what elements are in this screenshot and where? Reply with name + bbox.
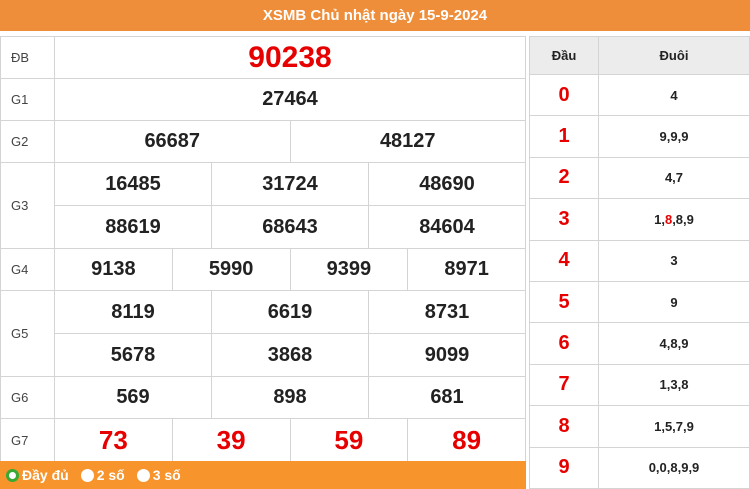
prize-number: 3868 xyxy=(211,333,369,377)
prize-row-g4: G4 9138 5990 9399 8971 xyxy=(0,248,526,291)
loto-head: 8 xyxy=(529,405,599,448)
option-label: 2 số xyxy=(96,467,125,483)
loto-head: 3 xyxy=(529,198,599,241)
prize-row-g1: G1 27464 xyxy=(0,78,526,121)
loto-tail: 9,9,9 xyxy=(598,115,750,158)
prize-row-g2: G2 66687 48127 xyxy=(0,120,526,163)
prize-number: 5678 xyxy=(54,333,212,377)
prize-number: 39 xyxy=(171,418,291,462)
prize-label: G3 xyxy=(0,162,55,249)
loto-head: 7 xyxy=(529,363,599,407)
prize-number: 59 xyxy=(289,418,409,462)
prize-number: 5990 xyxy=(171,248,291,291)
tail-part: ,8,9 xyxy=(672,211,694,227)
loto-tail: 4 xyxy=(598,73,750,117)
loto-row: 5 9 xyxy=(529,280,750,324)
prize-label: G6 xyxy=(0,376,55,419)
prize-number: 898 xyxy=(211,376,369,419)
loto-head: 0 xyxy=(529,73,599,117)
loto-row: 9 0,0,8,9,9 xyxy=(529,446,750,489)
prize-row-g5-b: 5678 3868 9099 xyxy=(1,333,526,377)
loto-row: 2 4,7 xyxy=(529,156,750,200)
loto-tail: 1,3,8 xyxy=(598,363,750,407)
option-label: Đầy đủ xyxy=(22,467,69,483)
prize-number: 9099 xyxy=(368,333,526,377)
loto-row: 6 4,8,9 xyxy=(529,322,750,365)
loto-row: 7 1,3,8 xyxy=(529,363,750,407)
loto-table: Đầu Đuôi 0 4 1 9,9,9 2 4,7 3 1,8,8,9 4 3… xyxy=(529,36,750,489)
prize-number: 6619 xyxy=(211,290,369,334)
prize-row-g3-b: 88619 68643 84604 xyxy=(1,205,526,249)
prize-number: 88619 xyxy=(54,205,212,249)
prize-number: 27464 xyxy=(54,78,526,121)
prize-row-g3: G3 16485 31724 48690 xyxy=(0,162,526,249)
prize-number: 68643 xyxy=(211,205,369,249)
loto-tail: 4,7 xyxy=(598,156,750,200)
loto-tail: 4,8,9 xyxy=(598,322,750,365)
prize-number: 48690 xyxy=(368,162,526,206)
loto-row: 8 1,5,7,9 xyxy=(529,405,750,448)
prize-row-g5: G5 8119 6619 8731 xyxy=(0,290,526,377)
prize-number: 8971 xyxy=(407,248,526,291)
radio-selected-icon[interactable] xyxy=(6,468,19,482)
loto-tail: 1,8,8,9 xyxy=(598,198,750,241)
option-3-digit[interactable]: 3 số xyxy=(136,467,181,483)
prize-number: 9138 xyxy=(54,248,173,291)
special-prize-number: 90238 xyxy=(54,36,526,79)
prize-number: 9399 xyxy=(289,248,409,291)
loto-head: 2 xyxy=(529,156,599,200)
loto-row: 1 9,9,9 xyxy=(529,115,750,158)
display-mode-bar: Đầy đủ 2 số 3 số xyxy=(0,461,526,489)
prize-number: 31724 xyxy=(211,162,369,206)
option-2-digit[interactable]: 2 số xyxy=(80,467,125,483)
tail-column-header: Đuôi xyxy=(598,36,750,75)
prize-number: 73 xyxy=(54,418,173,462)
prize-label: G7 xyxy=(0,418,55,462)
prize-label: G2 xyxy=(0,120,55,163)
loto-row: 0 4 xyxy=(529,73,750,117)
prize-row-g6: G6 569 898 681 xyxy=(0,376,526,419)
prize-number: 8119 xyxy=(54,290,212,334)
prize-row-db: ĐB 90238 xyxy=(0,36,526,79)
prize-label: G4 xyxy=(0,248,55,291)
prize-number: 16485 xyxy=(54,162,212,206)
loto-head: 6 xyxy=(529,322,599,365)
prize-number: 84604 xyxy=(368,205,526,249)
radio-icon[interactable] xyxy=(136,468,150,482)
prize-label: ĐB xyxy=(0,36,55,79)
loto-tail: 9 xyxy=(598,280,750,324)
loto-head: 9 xyxy=(529,446,599,489)
prize-label: G5 xyxy=(0,290,55,377)
loto-header-row: Đầu Đuôi xyxy=(529,36,750,75)
results-title: XSMB Chủ nhật ngày 15-9-2024 xyxy=(0,0,750,31)
head-column-header: Đầu xyxy=(529,36,599,75)
prize-number: 66687 xyxy=(54,120,291,163)
prize-label: G1 xyxy=(0,78,55,121)
loto-tail: 1,5,7,9 xyxy=(598,405,750,448)
prize-number: 48127 xyxy=(289,120,526,163)
loto-head: 5 xyxy=(529,280,599,324)
prize-row-g7: G7 73 39 59 89 xyxy=(0,418,526,462)
option-full[interactable]: Đầy đủ xyxy=(6,467,69,483)
results-table: ĐB 90238 G1 27464 G2 66687 48127 G3 1648… xyxy=(0,36,526,462)
loto-tail: 0,0,8,9,9 xyxy=(598,446,750,489)
loto-row: 3 1,8,8,9 xyxy=(529,198,750,241)
loto-head: 4 xyxy=(529,239,599,282)
prize-number: 681 xyxy=(368,376,526,419)
option-label: 3 số xyxy=(152,467,181,483)
prize-number: 8731 xyxy=(368,290,526,334)
prize-number: 89 xyxy=(407,418,526,462)
radio-icon[interactable] xyxy=(80,468,94,482)
loto-head: 1 xyxy=(529,115,599,158)
loto-tail: 3 xyxy=(598,239,750,282)
tail-part: 1, xyxy=(654,211,665,227)
loto-row: 4 3 xyxy=(529,239,750,282)
prize-number: 569 xyxy=(54,376,212,419)
